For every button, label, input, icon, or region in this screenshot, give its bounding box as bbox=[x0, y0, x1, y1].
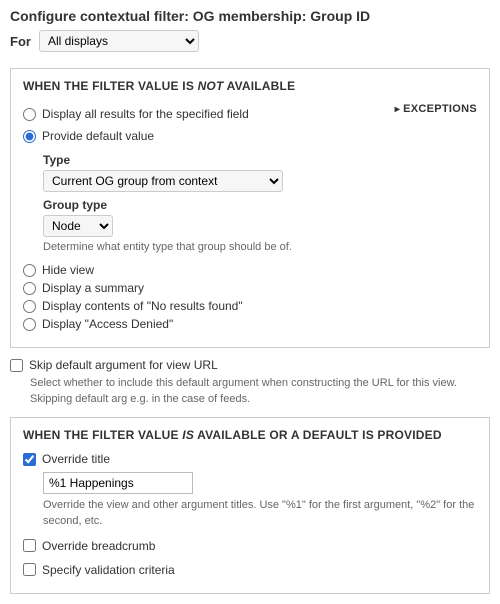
override-title-label: Override title bbox=[42, 452, 110, 466]
radio-provide-default[interactable] bbox=[23, 130, 36, 143]
fieldset-heading-available: WHEN THE FILTER VALUE IS AVAILABLE OR A … bbox=[23, 428, 477, 442]
radio-display-no-results[interactable] bbox=[23, 300, 36, 313]
override-title-input[interactable] bbox=[43, 472, 193, 494]
radio-hide-view[interactable] bbox=[23, 264, 36, 277]
type-select[interactable]: Current OG group from context bbox=[43, 170, 283, 192]
radio-provide-default-label: Provide default value bbox=[42, 129, 154, 143]
fieldset-not-available: WHEN THE FILTER VALUE IS NOT AVAILABLE D… bbox=[10, 68, 490, 348]
type-label: Type bbox=[43, 153, 477, 167]
for-label: For bbox=[10, 34, 31, 49]
group-type-select[interactable]: Node bbox=[43, 215, 113, 237]
group-type-desc: Determine what entity type that group sh… bbox=[43, 240, 323, 255]
skip-default-desc: Select whether to include this default a… bbox=[30, 376, 490, 407]
radio-display-summary-label: Display a summary bbox=[42, 281, 144, 295]
fieldset-heading-not-available: WHEN THE FILTER VALUE IS NOT AVAILABLE bbox=[23, 79, 295, 93]
override-breadcrumb-label: Override breadcrumb bbox=[42, 539, 155, 553]
fieldset-available: WHEN THE FILTER VALUE IS AVAILABLE OR A … bbox=[10, 417, 490, 594]
radio-display-access-denied[interactable] bbox=[23, 318, 36, 331]
radio-display-all-label: Display all results for the specified fi… bbox=[42, 107, 249, 121]
for-select[interactable]: All displays bbox=[39, 30, 199, 52]
radio-display-all[interactable] bbox=[23, 108, 36, 121]
group-type-label: Group type bbox=[43, 198, 477, 212]
radio-hide-view-label: Hide view bbox=[42, 263, 94, 277]
override-breadcrumb-checkbox[interactable] bbox=[23, 539, 36, 552]
radio-display-no-results-label: Display contents of "No results found" bbox=[42, 299, 243, 313]
specify-validation-label: Specify validation criteria bbox=[42, 563, 175, 577]
skip-default-label: Skip default argument for view URL bbox=[29, 358, 218, 372]
specify-validation-checkbox[interactable] bbox=[23, 563, 36, 576]
skip-default-checkbox[interactable] bbox=[10, 359, 23, 372]
page-title: Configure contextual filter: OG membersh… bbox=[10, 8, 490, 24]
exceptions-link[interactable]: EXCEPTIONS bbox=[395, 103, 477, 115]
override-title-desc: Override the view and other argument tit… bbox=[43, 498, 477, 529]
override-title-checkbox[interactable] bbox=[23, 453, 36, 466]
radio-display-access-denied-label: Display "Access Denied" bbox=[42, 317, 173, 331]
radio-display-summary[interactable] bbox=[23, 282, 36, 295]
